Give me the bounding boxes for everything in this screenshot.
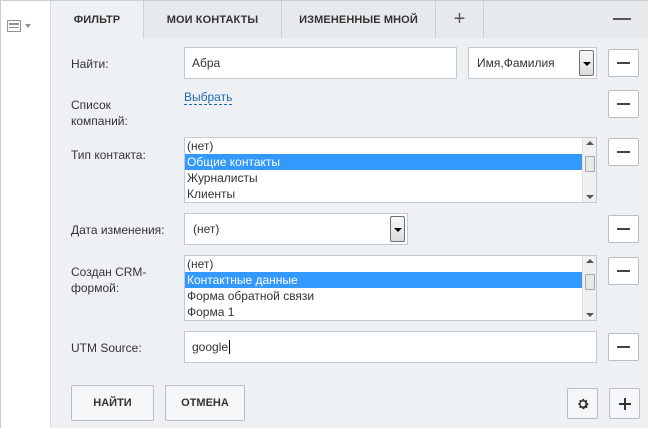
settings-button[interactable] [567,388,598,419]
list-item[interactable]: Журналисты [185,170,596,186]
crm-form-label: Создан CRM-формой: [71,265,147,295]
remove-modified-date-field-button[interactable] [608,215,639,243]
modified-date-select[interactable]: (нет) [184,213,408,245]
filter-tabs: ФИЛЬТР МОИ КОНТАКТЫ ИЗМЕНЕННЫЕ МНОЙ + [51,1,648,39]
modified-date-value: (нет) [193,222,220,236]
scrollbar[interactable] [582,256,596,320]
scrollbar[interactable] [582,138,596,202]
search-label: Найти: [71,57,109,71]
modified-date-label: Дата изменения: [71,223,165,237]
find-button[interactable]: НАЙТИ [71,385,154,421]
filter-window: ФИЛЬТР МОИ КОНТАКТЫ ИЗМЕНЕННЫЕ МНОЙ + На… [0,0,648,428]
list-item[interactable]: (нет) [185,256,596,272]
search-scope-value: Имя,Фамилия [477,56,555,70]
view-menu-button[interactable] [7,17,43,35]
companies-label: Список компаний: [71,98,128,128]
left-column [1,1,51,428]
remove-crm-form-field-button[interactable] [608,257,639,285]
list-item[interactable]: Форма обратной связи [185,288,596,304]
chevron-down-icon [579,50,594,76]
list-item[interactable]: Форма 1 [185,304,596,320]
add-field-button[interactable] [609,388,640,419]
contact-type-label: Тип контакта: [71,148,146,162]
remove-contact-type-field-button[interactable] [608,138,639,166]
search-input[interactable]: Абра [184,47,457,79]
scrollbar-thumb[interactable] [585,274,595,290]
plus-icon [618,397,631,410]
chevron-down-icon [390,216,405,242]
cancel-button[interactable]: ОТМЕНА [165,385,245,421]
crm-form-listbox[interactable]: (нет) Контактные данные Форма обратной с… [184,255,597,321]
contact-type-listbox[interactable]: (нет) Общие контакты Журналисты Клиенты [184,137,597,203]
filter-panel: ФИЛЬТР МОИ КОНТАКТЫ ИЗМЕНЕННЫЕ МНОЙ + На… [51,1,648,428]
list-item[interactable]: Клиенты [185,186,596,202]
list-icon [7,20,21,32]
gear-icon [577,398,589,409]
list-item[interactable]: (нет) [185,138,596,154]
tab-my-contacts[interactable]: МОИ КОНТАКТЫ [144,1,282,38]
remove-companies-field-button[interactable] [608,90,639,118]
add-tab-button[interactable]: + [436,1,484,38]
list-item[interactable]: Общие контакты [185,154,596,170]
tab-filter[interactable]: ФИЛЬТР [51,1,144,39]
remove-utm-source-field-button[interactable] [608,333,639,361]
minimize-icon[interactable] [613,12,631,26]
search-scope-select[interactable]: Имя,Фамилия [468,47,597,79]
select-companies-link[interactable]: Выбрать [184,90,233,105]
chevron-down-icon [25,24,31,28]
list-item[interactable]: Контактные данные [185,272,596,288]
utm-source-label: UTM Source: [71,341,142,355]
scrollbar-thumb[interactable] [585,156,595,172]
chevron-down-icon [586,313,594,317]
chevron-down-icon [586,195,594,199]
tab-changed-by-me[interactable]: ИЗМЕНЕННЫЕ МНОЙ [282,1,436,38]
chevron-up-icon [586,141,594,145]
chevron-up-icon [586,259,594,263]
utm-source-input[interactable]: google [184,331,597,363]
remove-search-field-button[interactable] [608,49,639,77]
